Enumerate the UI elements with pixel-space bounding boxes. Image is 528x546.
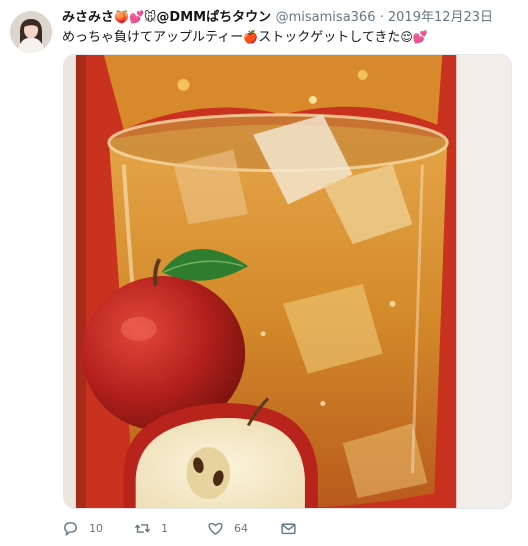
reply-count: 10 [89,521,103,535]
apple-emoji: 🍎 [243,30,259,44]
name-emojis: 🍑💕🐭 [114,10,157,24]
retweet-button[interactable]: 1 [134,516,168,540]
like-button[interactable]: 64 [207,516,248,540]
display-name[interactable]: みさみさ🍑💕🐭@DMMぱちタウン [62,10,276,25]
tweet-text-part2: ストックゲットしてきた [258,30,401,45]
envelope-icon [281,523,296,534]
reply-button[interactable]: 10 [62,516,103,540]
tweet-text-part1: めっちゃ負けてアップルティー [62,30,244,45]
tweet-photo[interactable] [63,54,512,509]
tweet-date[interactable]: 2019年12月23日 [388,10,493,25]
relieved-heart-emoji: 😌💕 [400,30,428,44]
avatar-image [10,11,52,53]
user-handle[interactable]: @misamisa366 [276,10,376,25]
heart-icon [208,522,223,535]
tweet-header: みさみさ🍑💕🐭@DMMぱちタウン @misamisa366 · 2019年12月… [62,8,522,26]
reply-icon [64,521,77,536]
display-name-text: みさみさ [62,10,115,25]
header-separator: · [379,10,384,25]
retweet-count: 1 [161,521,168,535]
retweet-icon [134,523,151,533]
tweet-text: めっちゃ負けてアップルティー🍎ストックゲットしてきた😌💕 [62,28,522,46]
apple-tea-package-image [64,55,511,508]
avatar[interactable] [10,11,52,53]
direct-message-button[interactable] [280,516,297,540]
tweet[interactable]: みさみさ🍑💕🐭@DMMぱちタウン @misamisa366 · 2019年12月… [0,0,528,546]
like-count: 64 [234,521,248,535]
display-name-suffix: @DMMぱちタウン [156,10,272,25]
tweet-actions: 10 1 64 [62,516,462,540]
